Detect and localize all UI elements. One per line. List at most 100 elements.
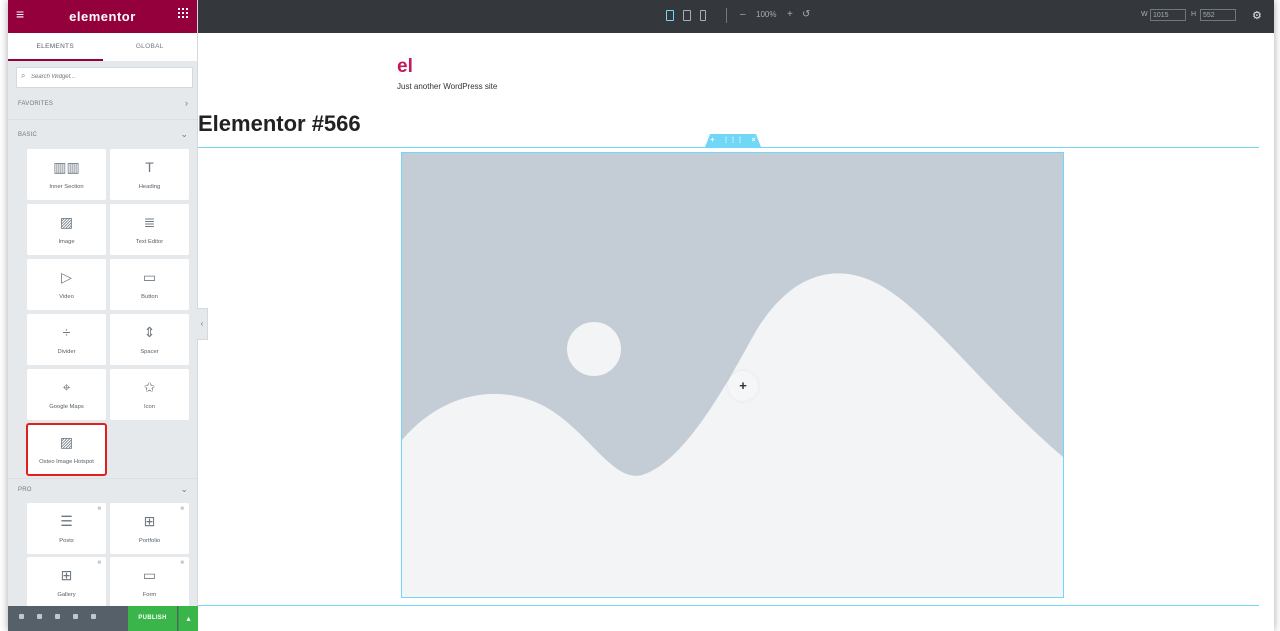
lock-icon: ■	[180, 506, 184, 512]
widget-google-maps[interactable]: ⌖ Google Maps	[27, 369, 106, 420]
category-pro-label: PRO	[18, 487, 32, 493]
widget-form[interactable]: ■ ▭ Form	[110, 557, 189, 608]
widget-label: Google Maps	[49, 404, 84, 410]
chevron-right-icon: ›	[185, 98, 188, 108]
button-icon: ▭	[142, 269, 157, 285]
category-divider	[8, 478, 197, 479]
form-icon: ▭	[142, 567, 157, 583]
widget-heading[interactable]: T Heading	[110, 149, 189, 200]
widget-label: Posts	[59, 538, 74, 544]
tablet-view-icon[interactable]	[683, 10, 691, 21]
category-divider	[8, 119, 197, 120]
widget-label: Divider	[57, 349, 76, 355]
publish-button[interactable]: PUBLISH	[128, 606, 177, 631]
widget-gallery[interactable]: ■ ⊞ Gallery	[27, 557, 106, 608]
settings-icon[interactable]	[19, 614, 24, 619]
widget-text-editor[interactable]: ≣ Text Editor	[110, 204, 189, 255]
history-icon[interactable]	[55, 614, 60, 619]
widget-label: Spacer	[140, 349, 159, 355]
category-basic-label: BASIC	[18, 132, 38, 138]
widget-button[interactable]: ▭ Button	[110, 259, 189, 310]
section-handle[interactable]: + ⋮⋮⋮ ×	[705, 134, 761, 147]
widget-label: Text Editor	[135, 239, 164, 245]
widget-osteo-image-hotspot[interactable]: ▨ Osteo Image Hotspot	[26, 423, 107, 476]
desktop-view-icon[interactable]	[666, 10, 674, 21]
tab-elements[interactable]: ELEMENTS	[8, 33, 103, 61]
toolbar-divider	[726, 8, 727, 23]
width-label: W	[1141, 11, 1148, 18]
lock-icon: ■	[180, 560, 184, 566]
heading-icon: T	[145, 159, 154, 175]
spacer-icon: ⇕	[143, 324, 156, 340]
sun-shape	[567, 322, 621, 376]
category-basic[interactable]: BASIC ⌄	[8, 126, 197, 144]
height-label: H	[1191, 11, 1197, 18]
widget-label: Portfolio	[138, 538, 161, 544]
widget-spacer[interactable]: ⇕ Spacer	[110, 314, 189, 365]
category-pro[interactable]: PRO ⌄	[8, 481, 197, 499]
delete-section-icon[interactable]: ×	[752, 137, 756, 144]
mobile-view-icon[interactable]	[700, 10, 706, 21]
widget-label: Image	[58, 239, 75, 245]
site-tagline: Just another WordPress site	[397, 82, 498, 91]
preview-icon[interactable]	[91, 614, 96, 619]
zoom-out-icon[interactable]: –	[740, 9, 746, 20]
widget-video[interactable]: ▷ Video	[27, 259, 106, 310]
widget-divider[interactable]: ÷ Divider	[27, 314, 106, 365]
width-input[interactable]: 1015	[1150, 9, 1186, 21]
widget-label: Osteo Image Hotspot	[39, 459, 94, 465]
star-icon: ✩	[143, 379, 156, 395]
google-maps-icon: ⌖	[62, 379, 71, 395]
image-hotspot-icon: ▨	[59, 434, 74, 450]
posts-icon: ☰	[60, 513, 73, 529]
reset-zoom-icon[interactable]: ↺	[802, 9, 810, 20]
lock-icon: ■	[97, 560, 101, 566]
widget-label: Button	[141, 294, 158, 300]
portfolio-icon: ⊞	[143, 513, 156, 529]
drag-handle-icon[interactable]: ⋮⋮⋮	[723, 137, 744, 144]
height-input[interactable]: 552	[1200, 9, 1236, 21]
search-widget-field: ⌕	[16, 67, 193, 88]
widget-label: Form	[142, 592, 157, 598]
category-favorites-label: FAVORITES	[18, 101, 54, 107]
category-favorites[interactable]: FAVORITES ›	[8, 95, 197, 113]
settings-gear-icon[interactable]: ⚙	[1252, 9, 1262, 22]
widget-label: Gallery	[57, 592, 76, 598]
chevron-down-icon: ⌄	[180, 484, 188, 494]
image-icon: ▨	[59, 214, 74, 230]
tab-global[interactable]: GLOBAL	[103, 33, 198, 61]
widget-portfolio[interactable]: ■ ⊞ Portfolio	[110, 503, 189, 554]
zoom-level: 100%	[756, 10, 777, 19]
panel-header: ≡ elementor	[8, 0, 197, 33]
widget-image[interactable]: ▨ Image	[27, 204, 106, 255]
lock-icon: ■	[97, 506, 101, 512]
page-title: Elementor #566	[198, 111, 361, 136]
widget-inner-section[interactable]: ▥▥ Inner Section	[27, 149, 106, 200]
video-icon: ▷	[61, 269, 72, 285]
search-icon: ⌕	[21, 71, 26, 80]
widget-icon[interactable]: ✩ Icon	[110, 369, 189, 420]
search-widget-input[interactable]	[31, 70, 181, 84]
widget-label: Heading	[138, 184, 161, 190]
editor-topbar: – 100% + ↺ W 1015 H 552 ⚙	[197, 0, 1274, 33]
panel-tabs: ELEMENTS GLOBAL	[8, 33, 197, 61]
responsive-icon[interactable]	[73, 614, 78, 619]
text-editor-icon: ≣	[143, 214, 156, 230]
chevron-down-icon: ⌄	[180, 129, 188, 139]
publish-options-caret-icon[interactable]: ▴	[178, 606, 198, 631]
grid-apps-icon[interactable]	[178, 8, 188, 18]
site-title[interactable]: el	[397, 56, 413, 78]
elements-panel: ≡ elementor ELEMENTS GLOBAL ⌕ FAVORITES …	[8, 0, 198, 631]
add-section-icon[interactable]: +	[710, 137, 714, 144]
widget-label: Video	[59, 294, 74, 300]
elementor-logo: elementor	[69, 9, 136, 24]
widget-label: Icon	[144, 404, 155, 410]
widget-posts[interactable]: ■ ☰ Posts	[27, 503, 106, 554]
zoom-in-icon[interactable]: +	[787, 9, 793, 20]
widget-label: Inner Section	[49, 184, 84, 190]
inner-section-icon: ▥▥	[53, 159, 80, 175]
gallery-icon: ⊞	[60, 567, 73, 583]
add-element-plus-icon[interactable]: +	[728, 371, 758, 401]
navigator-icon[interactable]	[37, 614, 42, 619]
editor-window: – 100% + ↺ W 1015 H 552 ⚙ ≡ elementor EL…	[8, 0, 1274, 631]
